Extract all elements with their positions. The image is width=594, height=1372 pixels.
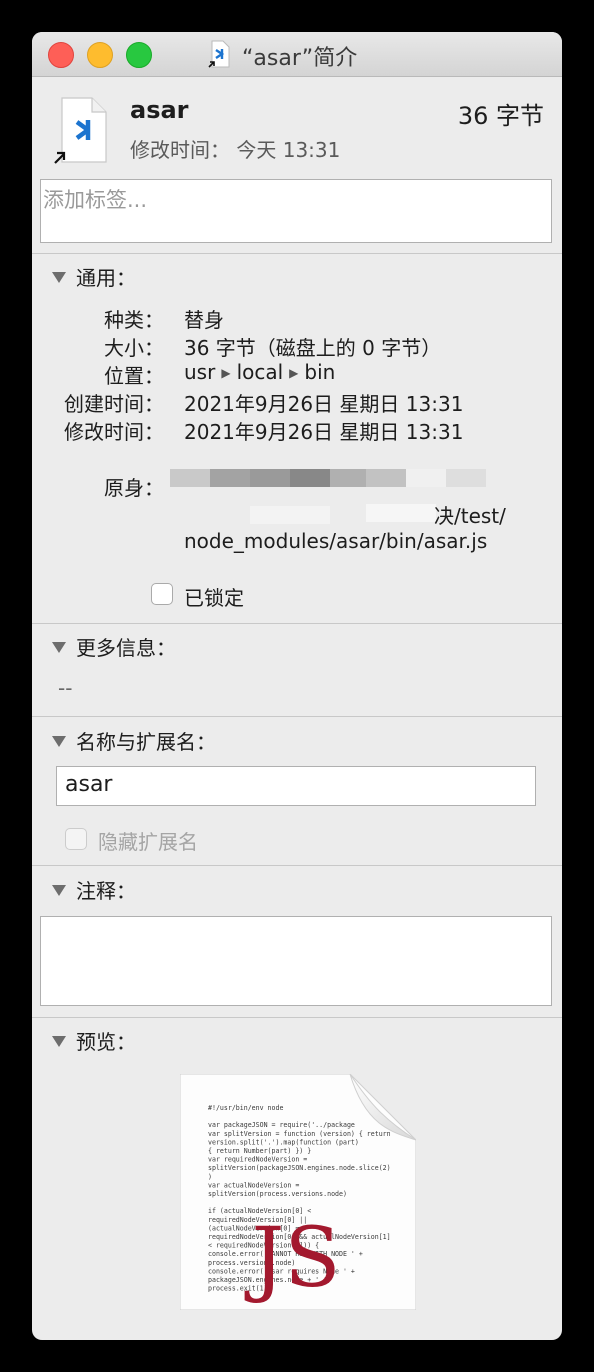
modified-value: 2021年9月26日 星期日 13:31 (184, 420, 464, 444)
section-name-ext-heading: 名称与扩展名： (76, 730, 216, 754)
path-arrow-icon: ▶ (221, 366, 231, 380)
tags-placeholder: 添加标签... (43, 188, 148, 212)
path-segment: local (236, 360, 284, 384)
original-label: 原身： (104, 476, 164, 500)
section-general-toggle[interactable]: 通用： (52, 262, 136, 291)
hide-extension-label: 隐藏扩展名 (98, 830, 198, 854)
preview-code-line: var packageJSON = require('../package (208, 1121, 355, 1129)
name-input-value: asar (65, 772, 113, 797)
preview-code-line: var actualNodeVersion = (208, 1181, 299, 1189)
preview-code-line: splitVersion(packageJSON.engines.node.sl… (208, 1164, 391, 1172)
modified-label: 修改时间： (64, 420, 164, 444)
created-label: 创建时间： (64, 392, 164, 416)
js-badge: JS (244, 1211, 340, 1306)
section-preview-heading: 预览： (76, 1030, 136, 1054)
hide-extension-checkbox[interactable] (65, 828, 87, 850)
disclosure-triangle-icon (52, 736, 66, 747)
info-window: “asar”简介 asar 36 字节 修改时间： 今天 13:31 添加标签.… (32, 32, 562, 1340)
size-label: 大小： (104, 336, 164, 360)
path-segment: bin (304, 360, 336, 384)
disclosure-triangle-icon (52, 642, 66, 653)
disclosure-triangle-icon (52, 272, 66, 283)
preview-code-line: version.split('.').map(function (part) (208, 1138, 359, 1146)
location-path: usr ▶ local ▶ bin (184, 360, 335, 384)
tags-field[interactable]: 添加标签... (40, 179, 552, 243)
divider (32, 1017, 562, 1018)
section-comments-toggle[interactable]: 注释： (52, 875, 136, 904)
section-general-heading: 通用： (76, 266, 136, 290)
preview-code-line: { return Number(part) }) } (208, 1147, 311, 1155)
disclosure-triangle-icon (52, 1036, 66, 1047)
modified-time: 修改时间： 今天 13:31 (130, 138, 341, 162)
minimize-button[interactable] (87, 42, 113, 68)
file-size: 36 字节 (457, 102, 544, 130)
preview-code-line: var requiredNodeVersion = (208, 1156, 307, 1164)
created-value: 2021年9月26日 星期日 13:31 (184, 392, 464, 416)
alias-file-icon (208, 40, 230, 68)
preview-code-line: #!/usr/bin/env node (208, 1104, 283, 1112)
divider (32, 865, 562, 866)
section-more-info-toggle[interactable]: 更多信息： (52, 632, 176, 661)
size-value: 36 字节（磁盘上的 0 字节） (184, 336, 442, 360)
divider (32, 623, 562, 624)
location-label: 位置： (104, 364, 164, 388)
preview-code-line: var splitVersion = function (version) { … (208, 1130, 391, 1138)
path-arrow-icon: ▶ (289, 366, 299, 380)
kind-label: 种类： (104, 308, 164, 332)
window-title: “asar”简介 (242, 46, 358, 71)
disclosure-triangle-icon (52, 885, 66, 896)
file-name: asar (130, 96, 189, 124)
section-name-ext-toggle[interactable]: 名称与扩展名： (52, 726, 216, 755)
divider (32, 253, 562, 254)
alias-file-icon (54, 97, 107, 164)
section-preview-toggle[interactable]: 预览： (52, 1026, 136, 1055)
comments-field[interactable] (40, 916, 552, 1006)
kind-value: 替身 (184, 308, 224, 332)
original-path-line3: node_modules/asar/bin/asar.js (184, 529, 488, 553)
js-file-preview: #!/usr/bin/env node var packageJSON = req… (180, 1074, 416, 1310)
original-path-line2: 决/test/ (434, 504, 506, 528)
name-input[interactable]: asar (56, 766, 536, 806)
locked-checkbox[interactable] (151, 583, 173, 605)
section-more-info-heading: 更多信息： (76, 636, 176, 660)
divider (32, 716, 562, 717)
title-bar[interactable]: “asar”简介 (32, 32, 562, 77)
path-segment: usr (184, 360, 216, 384)
locked-label: 已锁定 (184, 586, 244, 610)
close-button[interactable] (48, 42, 74, 68)
preview-code-line: splitVersion(process.versions.node) (208, 1190, 347, 1198)
zoom-button[interactable] (126, 42, 152, 68)
preview-code-line: ) (208, 1173, 212, 1181)
section-comments-heading: 注释： (76, 879, 136, 903)
more-info-value: -- (58, 676, 73, 700)
